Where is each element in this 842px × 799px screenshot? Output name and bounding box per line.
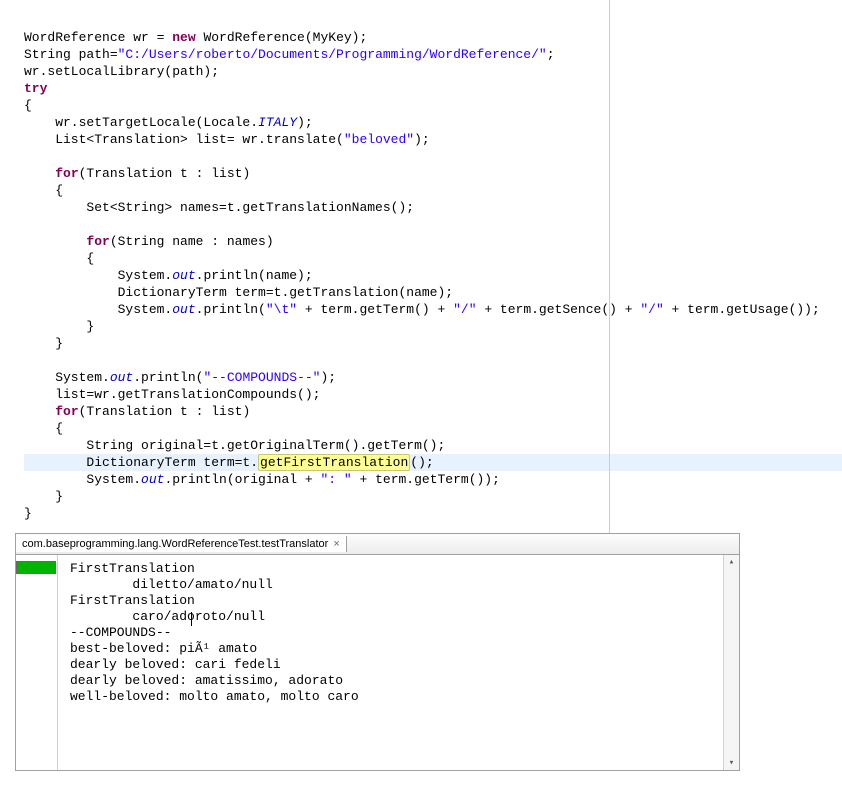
code-line: System.out.println(name); — [24, 268, 313, 283]
code-line: wr.setLocalLibrary(path); — [24, 64, 219, 79]
code-line: { — [24, 183, 63, 198]
console-tab[interactable]: com.baseprogramming.lang.WordReferenceTe… — [16, 536, 347, 552]
print-margin — [609, 0, 610, 542]
code-line-current: DictionaryTerm term=t.getFirstTranslatio… — [24, 454, 842, 471]
code-line: List<Translation> list= wr.translate("be… — [24, 132, 430, 147]
code-line: wr.setTargetLocale(Locale.ITALY); — [24, 115, 313, 130]
code-editor[interactable]: WordReference wr = new WordReference(MyK… — [0, 0, 842, 542]
code-line: } — [24, 506, 32, 521]
console-output[interactable]: FirstTranslation diletto/amato/null Firs… — [58, 555, 723, 770]
console-line: FirstTranslation — [70, 593, 195, 608]
console-line: FirstTranslation — [70, 561, 195, 576]
code-line: list=wr.getTranslationCompounds(); — [24, 387, 320, 402]
console-line: --COMPOUNDS-- — [70, 625, 171, 640]
console-line: dearly beloved: cari fedeli — [70, 657, 281, 672]
code-line: System.out.println(original + ": " + ter… — [24, 472, 500, 487]
console-line: well-beloved: molto amato, molto caro — [70, 689, 359, 704]
occurrence-highlight: getFirstTranslation — [258, 454, 410, 471]
console-line: diletto/amato/null — [70, 577, 273, 592]
console-line: caro/adoroto/null — [70, 609, 265, 624]
code-line: DictionaryTerm term=t.getTranslation(nam… — [24, 285, 453, 300]
code-line: { — [24, 98, 32, 113]
console-scrollbar[interactable]: ▴ ▾ — [723, 555, 739, 770]
scroll-down-icon[interactable]: ▾ — [729, 756, 734, 770]
code-line: for(Translation t : list) — [24, 404, 250, 419]
console-tab-label: com.baseprogramming.lang.WordReferenceTe… — [22, 538, 328, 550]
code-line: } — [24, 319, 94, 334]
console-tab-bar: com.baseprogramming.lang.WordReferenceTe… — [16, 534, 739, 555]
code-line: { — [24, 421, 63, 436]
code-line: Set<String> names=t.getTranslationNames(… — [24, 200, 414, 215]
console-panel: com.baseprogramming.lang.WordReferenceTe… — [15, 533, 740, 771]
code-line: String original=t.getOriginalTerm().getT… — [24, 438, 445, 453]
close-icon[interactable]: × — [333, 538, 339, 550]
code-line: System.out.println("\t" + term.getTerm()… — [24, 302, 820, 317]
code-line: String path="C:/Users/roberto/Documents/… — [24, 47, 555, 62]
test-progress-bar — [16, 561, 56, 574]
console-line: best-beloved: piÃ¹ amato — [70, 641, 257, 656]
code-line: try — [24, 81, 47, 96]
text-caret — [191, 612, 192, 626]
console-line: dearly beloved: amatissimo, adorato — [70, 673, 343, 688]
code-line: System.out.println("--COMPOUNDS--"); — [24, 370, 336, 385]
scroll-up-icon[interactable]: ▴ — [729, 555, 734, 569]
code-line: for(Translation t : list) — [24, 166, 250, 181]
test-progress-column — [16, 555, 58, 770]
code-line: WordReference wr = new WordReference(MyK… — [24, 30, 367, 45]
code-line: { — [24, 251, 94, 266]
code-line: for(String name : names) — [24, 234, 274, 249]
code-line: } — [24, 336, 63, 351]
code-line: } — [24, 489, 63, 504]
